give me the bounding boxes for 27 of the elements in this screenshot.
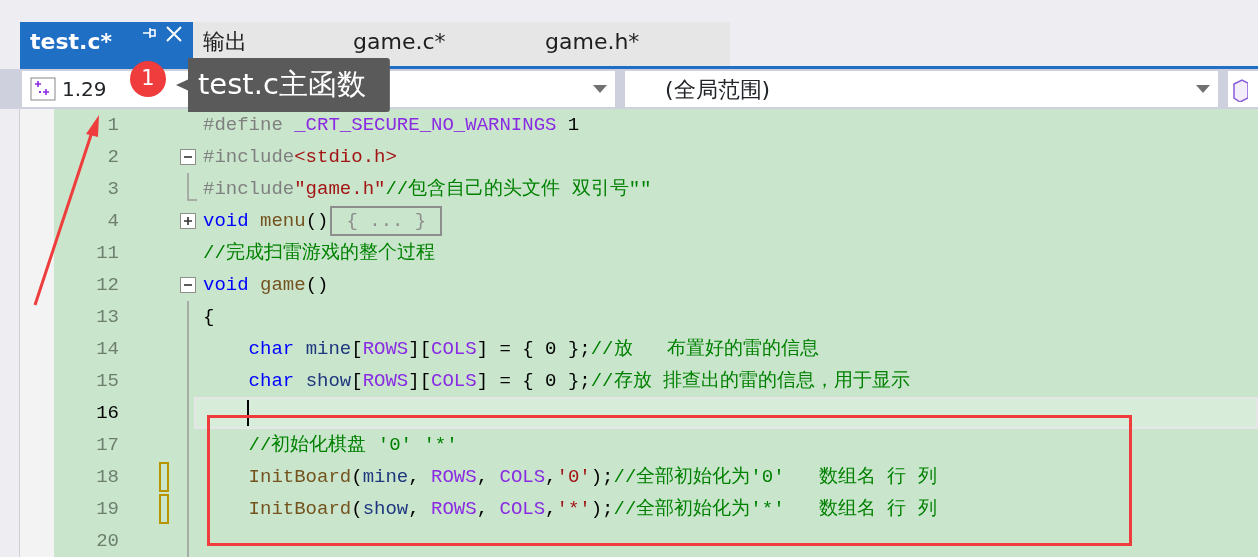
- code-line: {: [203, 304, 215, 330]
- code-line: #define _CRT_SECURE_NO_WARNINGS 1: [203, 112, 580, 138]
- code-line: void game(): [203, 272, 329, 298]
- line-number: 3: [106, 176, 119, 202]
- line-number: 20: [95, 528, 119, 554]
- code-line: //初始化棋盘 '0' '*': [247, 432, 458, 458]
- tooltip: test.c主函数: [176, 58, 390, 112]
- line-number: 13: [95, 304, 119, 330]
- line-number: 11: [95, 240, 119, 266]
- line-number: 18: [95, 464, 119, 490]
- code-line: #include"game.h"//包含自己的头文件 双引号"": [203, 176, 652, 202]
- line-number: 4: [106, 208, 119, 234]
- line-number: 1: [106, 112, 119, 138]
- line-number: 12: [95, 272, 119, 298]
- line-number: 17: [95, 432, 119, 458]
- code-line: #include<stdio.h>: [203, 144, 397, 170]
- code-line: InitBoard(show, ROWS, COLS,'*');//全部初始化为'*' 数组名 行 列: [247, 496, 937, 522]
- code-line: char show[ROWS][COLS] = { 0 };//存放 排查出的雷的信息，用于显示: [247, 368, 910, 394]
- line-number: 16: [95, 400, 119, 426]
- line-number: 2: [106, 144, 119, 170]
- code-line: void menu(): [203, 208, 329, 234]
- code-line: //完成扫雷游戏的整个过程: [203, 240, 435, 266]
- code-line: InitBoard(mine, ROWS, COLS,'0');//全部初始化为'0' 数组名 行 列: [247, 464, 937, 490]
- code-line: char mine[ROWS][COLS] = { 0 };//放 布置好的雷的信息: [247, 336, 819, 362]
- line-number: 14: [95, 336, 119, 362]
- line-number: 19: [95, 496, 119, 522]
- line-number: 15: [95, 368, 119, 394]
